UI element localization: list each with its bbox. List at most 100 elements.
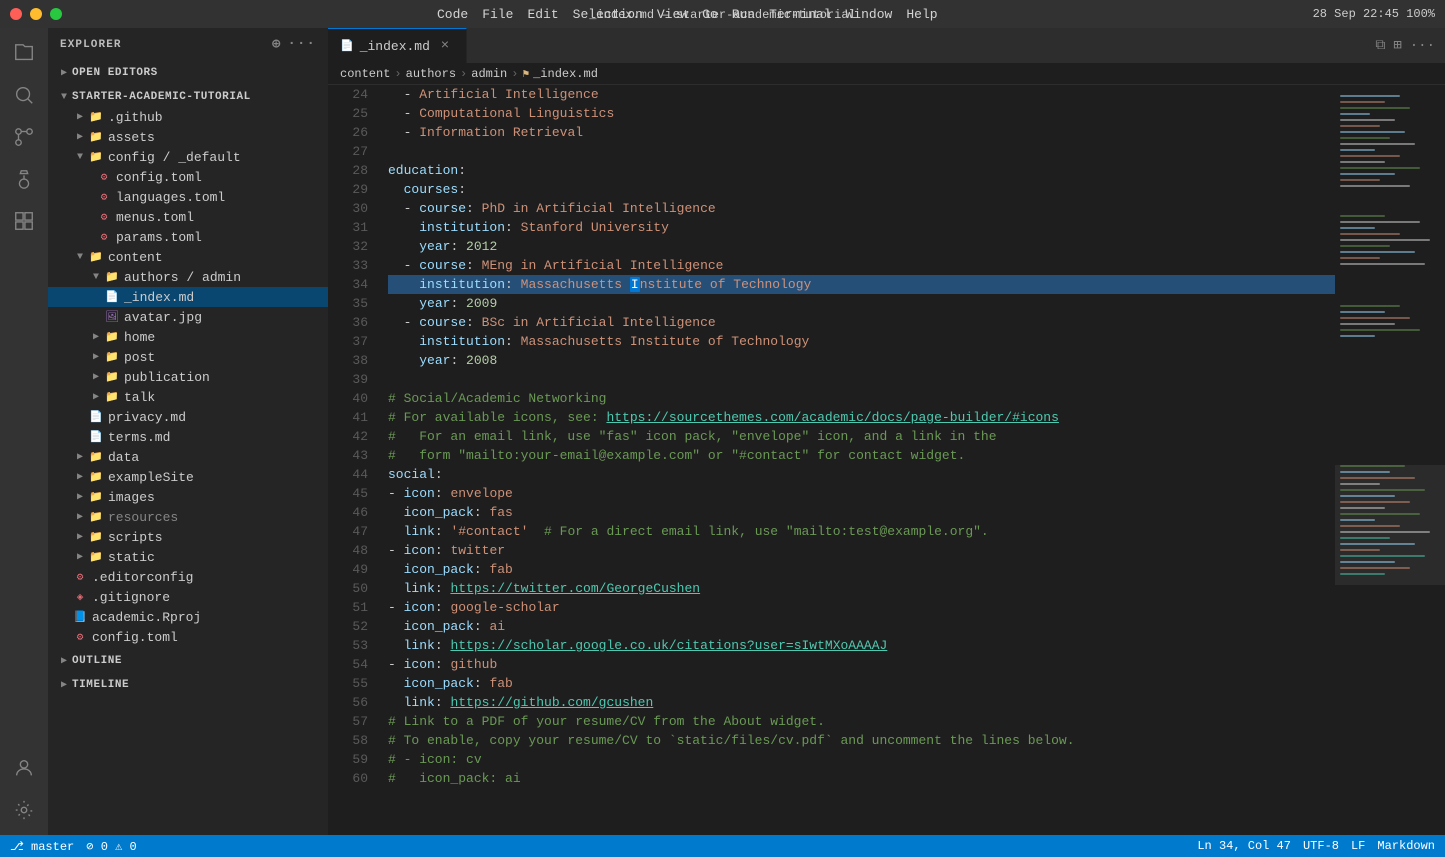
outline-section: ▶ OUTLINE [48, 649, 328, 673]
tree-label-editorconfig: .editorconfig [92, 570, 193, 585]
code-line-56: link: https://github.com/gcushen [388, 693, 1335, 712]
tree-item-static[interactable]: ▶ 📁 static [48, 547, 328, 567]
code-area[interactable]: - Artificial Intelligence - Computationa… [378, 85, 1335, 835]
breadcrumb-filename[interactable]: _index.md [533, 67, 598, 81]
tree-item-images[interactable]: ▶ 📁 images [48, 487, 328, 507]
tree-item-index-md[interactable]: 📄 _index.md [48, 287, 328, 307]
tree-label-languages-toml: languages.toml [116, 190, 225, 205]
tree-item-assets[interactable]: ▶ 📁 assets [48, 127, 328, 147]
window-title: _index.md — starter-academic-tutorial [589, 7, 855, 22]
tree-item-rproj[interactable]: 📘 academic.Rproj [48, 607, 328, 627]
tree-item-data[interactable]: ▶ 📁 data [48, 447, 328, 467]
activity-icon-extensions[interactable] [7, 204, 41, 238]
code-line-27 [388, 142, 1335, 161]
tab-index-md[interactable]: 📄 _index.md × [328, 28, 467, 63]
layout-icon[interactable]: ⊞ [1393, 37, 1401, 54]
status-encoding[interactable]: UTF-8 [1303, 839, 1339, 853]
more-actions-icon[interactable]: ··· [1410, 38, 1435, 54]
tree-item-publication[interactable]: ▶ 📁 publication [48, 367, 328, 387]
tree-item-avatar[interactable]: 🖼 avatar.jpg [48, 307, 328, 327]
tree-label-index-md: _index.md [124, 290, 194, 305]
sidebar: EXPLORER ⊕ ··· ▶ OPEN EDITORS ▼ STARTER-… [48, 28, 328, 835]
code-line-32: year: 2012 [388, 237, 1335, 256]
tree-item-config-toml[interactable]: ⚙ config.toml [48, 167, 328, 187]
status-line-ending[interactable]: LF [1351, 839, 1365, 853]
menu-edit[interactable]: Edit [527, 7, 558, 22]
breadcrumb-content[interactable]: content [340, 67, 390, 81]
file-icon-editorconfig: ⚙ [72, 569, 88, 585]
breadcrumb-sep-2: › [460, 67, 467, 81]
status-branch[interactable]: ⎇ master [10, 839, 74, 854]
open-editors-header[interactable]: ▶ OPEN EDITORS [48, 63, 328, 83]
menu-file[interactable]: File [482, 7, 513, 22]
minimap [1335, 85, 1445, 835]
tree-item-examplesite[interactable]: ▶ 📁 exampleSite [48, 467, 328, 487]
code-line-43: # form "mailto:your-email@example.com" o… [388, 446, 1335, 465]
tree-item-authors-admin[interactable]: ▼ 📁 authors / admin [48, 267, 328, 287]
activity-icon-source-control[interactable] [7, 120, 41, 154]
menu-help[interactable]: Help [906, 7, 937, 22]
breadcrumb: content › authors › admin › ⚑ _index.md [328, 63, 1445, 85]
tree-item-scripts[interactable]: ▶ 📁 scripts [48, 527, 328, 547]
status-errors[interactable]: ⊘ 0 ⚠ 0 [86, 839, 136, 854]
activity-icon-files[interactable] [7, 36, 41, 70]
code-line-46: icon_pack: fas [388, 503, 1335, 522]
traffic-light-red[interactable] [10, 8, 22, 20]
split-editor-icon[interactable]: ⧉ [1375, 38, 1385, 54]
chevron-home: ▶ [88, 331, 104, 343]
code-line-35: year: 2009 [388, 294, 1335, 313]
outline-header[interactable]: ▶ OUTLINE [48, 651, 328, 671]
tree-item-root-config[interactable]: ⚙ config.toml [48, 627, 328, 647]
code-line-57: # Link to a PDF of your resume/CV from t… [388, 712, 1335, 731]
timeline-header[interactable]: ▶ TIMELINE [48, 675, 328, 695]
status-line-col[interactable]: Ln 34, Col 47 [1197, 839, 1291, 853]
file-icon-index-md: 📄 [104, 289, 120, 305]
tree-item-languages-toml[interactable]: ⚙ languages.toml [48, 187, 328, 207]
status-language[interactable]: Markdown [1377, 839, 1435, 853]
breadcrumb-admin[interactable]: admin [471, 67, 507, 81]
tree-item-resources[interactable]: ▶ 📁 resources [48, 507, 328, 527]
sidebar-title: EXPLORER [60, 39, 122, 51]
breadcrumb-authors[interactable]: authors [406, 67, 456, 81]
sidebar-more-icon[interactable]: ··· [287, 36, 316, 53]
tree-item-params-toml[interactable]: ⚙ params.toml [48, 227, 328, 247]
tree-item-editorconfig[interactable]: ⚙ .editorconfig [48, 567, 328, 587]
tree-label-privacy: privacy.md [108, 410, 186, 425]
traffic-light-green[interactable] [50, 8, 62, 20]
tree-item-menus-toml[interactable]: ⚙ menus.toml [48, 207, 328, 227]
code-line-29: courses: [388, 180, 1335, 199]
tree-label-talk: talk [124, 390, 155, 405]
tree-item-terms[interactable]: 📄 terms.md [48, 427, 328, 447]
activity-icon-account[interactable] [7, 751, 41, 785]
sidebar-new-file-icon[interactable]: ⊕ [272, 36, 282, 53]
timeline-section: ▶ TIMELINE [48, 673, 328, 697]
tree-item-config[interactable]: ▼ 📁 config / _default [48, 147, 328, 167]
chevron-talk: ▶ [88, 391, 104, 403]
activity-icon-settings[interactable] [7, 793, 41, 827]
chevron-examplesite: ▶ [72, 471, 88, 483]
traffic-light-yellow[interactable] [30, 8, 42, 20]
menu-code[interactable]: Code [437, 7, 468, 22]
tree-item-content[interactable]: ▼ 📁 content [48, 247, 328, 267]
folder-icon-config: 📁 [88, 149, 104, 165]
tree-item-gitignore[interactable]: ◈ .gitignore [48, 587, 328, 607]
tree-item-github[interactable]: ▶ 📁 .github [48, 107, 328, 127]
code-line-45: - icon: envelope [388, 484, 1335, 503]
tree-item-talk[interactable]: ▶ 📁 talk [48, 387, 328, 407]
activity-icon-debug[interactable] [7, 162, 41, 196]
tab-close-button[interactable]: × [436, 37, 454, 55]
tree-label-github: .github [108, 110, 163, 125]
tree-item-post[interactable]: ▶ 📁 post [48, 347, 328, 367]
tree-label-terms: terms.md [108, 430, 170, 445]
tree-label-gitignore: .gitignore [92, 590, 170, 605]
file-icon-privacy: 📄 [88, 409, 104, 425]
folder-icon-authors-admin: 📁 [104, 269, 120, 285]
code-line-26: - Information Retrieval [388, 123, 1335, 142]
tree-item-home[interactable]: ▶ 📁 home [48, 327, 328, 347]
project-header[interactable]: ▼ STARTER-ACADEMIC-TUTORIAL [48, 87, 328, 107]
open-editors-chevron: ▶ [56, 67, 72, 79]
activity-icon-search[interactable] [7, 78, 41, 112]
folder-icon-resources: 📁 [88, 509, 104, 525]
tree-item-privacy[interactable]: 📄 privacy.md [48, 407, 328, 427]
chevron-data: ▶ [72, 451, 88, 463]
